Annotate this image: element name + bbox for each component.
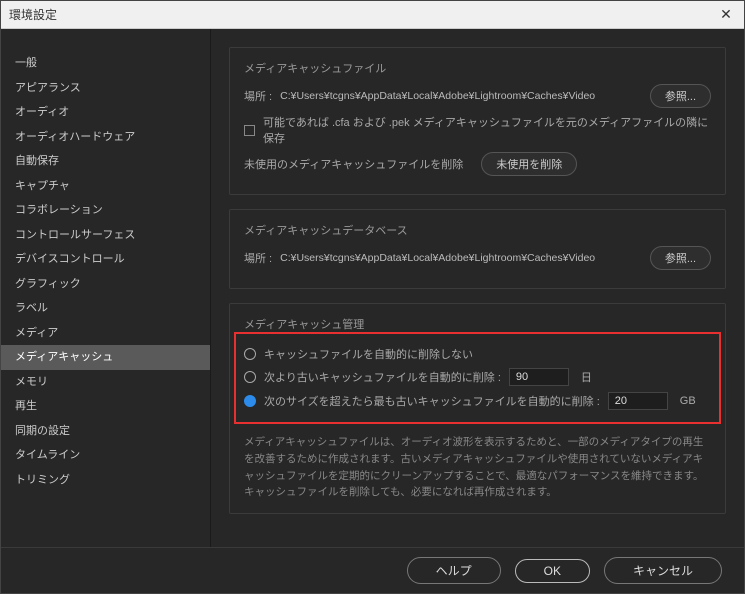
cancel-button[interactable]: キャンセル — [604, 557, 722, 584]
db-location-path: C:¥Users¥tcgns¥AppData¥Local¥Adobe¥Light… — [280, 252, 595, 264]
days-input[interactable] — [509, 368, 569, 386]
media-cache-files-group: メディアキャッシュファイル 場所 : C:¥Users¥tcgns¥AppDat… — [229, 47, 726, 195]
radio-days-row: 次より古いキャッシュファイルを自動的に削除 : 日 — [244, 368, 711, 386]
mgmt-description: メディアキャッシュファイルは、オーディオ波形を表示するためと、一部のメディアタイ… — [244, 434, 711, 501]
close-icon[interactable]: ✕ — [716, 5, 736, 25]
radio-size-row: 次のサイズを超えたら最も古いキャッシュファイルを自動的に削除 : GB — [244, 392, 711, 410]
sidebar-item[interactable]: 自動保存 — [1, 149, 210, 174]
highlighted-options: キャッシュファイルを自動的に削除しない 次より古いキャッシュファイルを自動的に削… — [234, 332, 721, 424]
db-location-label: 場所 : — [244, 250, 272, 266]
location-path: C:¥Users¥tcgns¥AppData¥Local¥Adobe¥Light… — [280, 90, 595, 102]
sidebar-item[interactable]: タイムライン — [1, 443, 210, 468]
radio-days-label: 次より古いキャッシュファイルを自動的に削除 : — [264, 369, 501, 385]
save-next-checkbox[interactable] — [244, 125, 255, 136]
cleanup-button[interactable]: 未使用を削除 — [481, 152, 577, 176]
radio-size[interactable] — [244, 395, 256, 407]
save-next-row: 可能であれば .cfa および .pek メディアキャッシュファイルを元のメディ… — [244, 114, 711, 146]
sidebar-item[interactable]: 同期の設定 — [1, 419, 210, 444]
help-button[interactable]: ヘルプ — [407, 557, 501, 584]
sidebar-item[interactable]: 再生 — [1, 394, 210, 419]
dialog-body: 一般アピアランスオーディオオーディオハードウェア自動保存キャプチャコラボレーショ… — [1, 29, 744, 547]
group-title: メディアキャッシュファイル — [244, 60, 711, 76]
category-sidebar: 一般アピアランスオーディオオーディオハードウェア自動保存キャプチャコラボレーショ… — [1, 29, 211, 547]
sidebar-item[interactable]: アピアランス — [1, 76, 210, 101]
footer: ヘルプ OK キャンセル — [1, 547, 744, 593]
group-title: メディアキャッシュデータベース — [244, 222, 711, 238]
sidebar-item[interactable]: メディア — [1, 321, 210, 346]
sidebar-item[interactable]: コラボレーション — [1, 198, 210, 223]
sidebar-item[interactable]: コントロールサーフェス — [1, 223, 210, 248]
days-unit: 日 — [581, 369, 592, 385]
sidebar-item[interactable]: ラベル — [1, 296, 210, 321]
ok-button[interactable]: OK — [515, 559, 590, 583]
radio-none-label: キャッシュファイルを自動的に削除しない — [264, 346, 473, 362]
radio-none-row: キャッシュファイルを自動的に削除しない — [244, 346, 711, 362]
window-title: 環境設定 — [9, 6, 716, 23]
titlebar: 環境設定 ✕ — [1, 1, 744, 29]
location-row: 場所 : C:¥Users¥tcgns¥AppData¥Local¥Adobe¥… — [244, 84, 711, 108]
sidebar-item[interactable]: 一般 — [1, 51, 210, 76]
sidebar-item[interactable]: キャプチャ — [1, 174, 210, 199]
sidebar-item[interactable]: オーディオ — [1, 100, 210, 125]
preferences-window: 環境設定 ✕ 一般アピアランスオーディオオーディオハードウェア自動保存キャプチャ… — [0, 0, 745, 594]
db-browse-button[interactable]: 参照... — [650, 246, 711, 270]
size-input[interactable] — [608, 392, 668, 410]
media-cache-db-group: メディアキャッシュデータベース 場所 : C:¥Users¥tcgns¥AppD… — [229, 209, 726, 289]
radio-days[interactable] — [244, 371, 256, 383]
sidebar-item[interactable]: トリミング — [1, 468, 210, 493]
content-panel: メディアキャッシュファイル 場所 : C:¥Users¥tcgns¥AppDat… — [211, 29, 744, 547]
sidebar-item[interactable]: メモリ — [1, 370, 210, 395]
sidebar-item[interactable]: グラフィック — [1, 272, 210, 297]
cleanup-row: 未使用のメディアキャッシュファイルを削除 未使用を削除 — [244, 152, 711, 176]
save-next-label: 可能であれば .cfa および .pek メディアキャッシュファイルを元のメディ… — [263, 114, 711, 146]
db-location-row: 場所 : C:¥Users¥tcgns¥AppData¥Local¥Adobe¥… — [244, 246, 711, 270]
sidebar-item[interactable]: オーディオハードウェア — [1, 125, 210, 150]
location-label: 場所 : — [244, 88, 272, 104]
size-unit: GB — [680, 395, 696, 407]
sidebar-item[interactable]: デバイスコントロール — [1, 247, 210, 272]
media-cache-mgmt-group: メディアキャッシュ管理 キャッシュファイルを自動的に削除しない 次より古いキャッ… — [229, 303, 726, 514]
radio-none[interactable] — [244, 348, 256, 360]
browse-button[interactable]: 参照... — [650, 84, 711, 108]
radio-size-label: 次のサイズを超えたら最も古いキャッシュファイルを自動的に削除 : — [264, 393, 600, 409]
cleanup-label: 未使用のメディアキャッシュファイルを削除 — [244, 156, 463, 172]
group-title: メディアキャッシュ管理 — [244, 316, 711, 332]
sidebar-item[interactable]: メディアキャッシュ — [1, 345, 210, 370]
